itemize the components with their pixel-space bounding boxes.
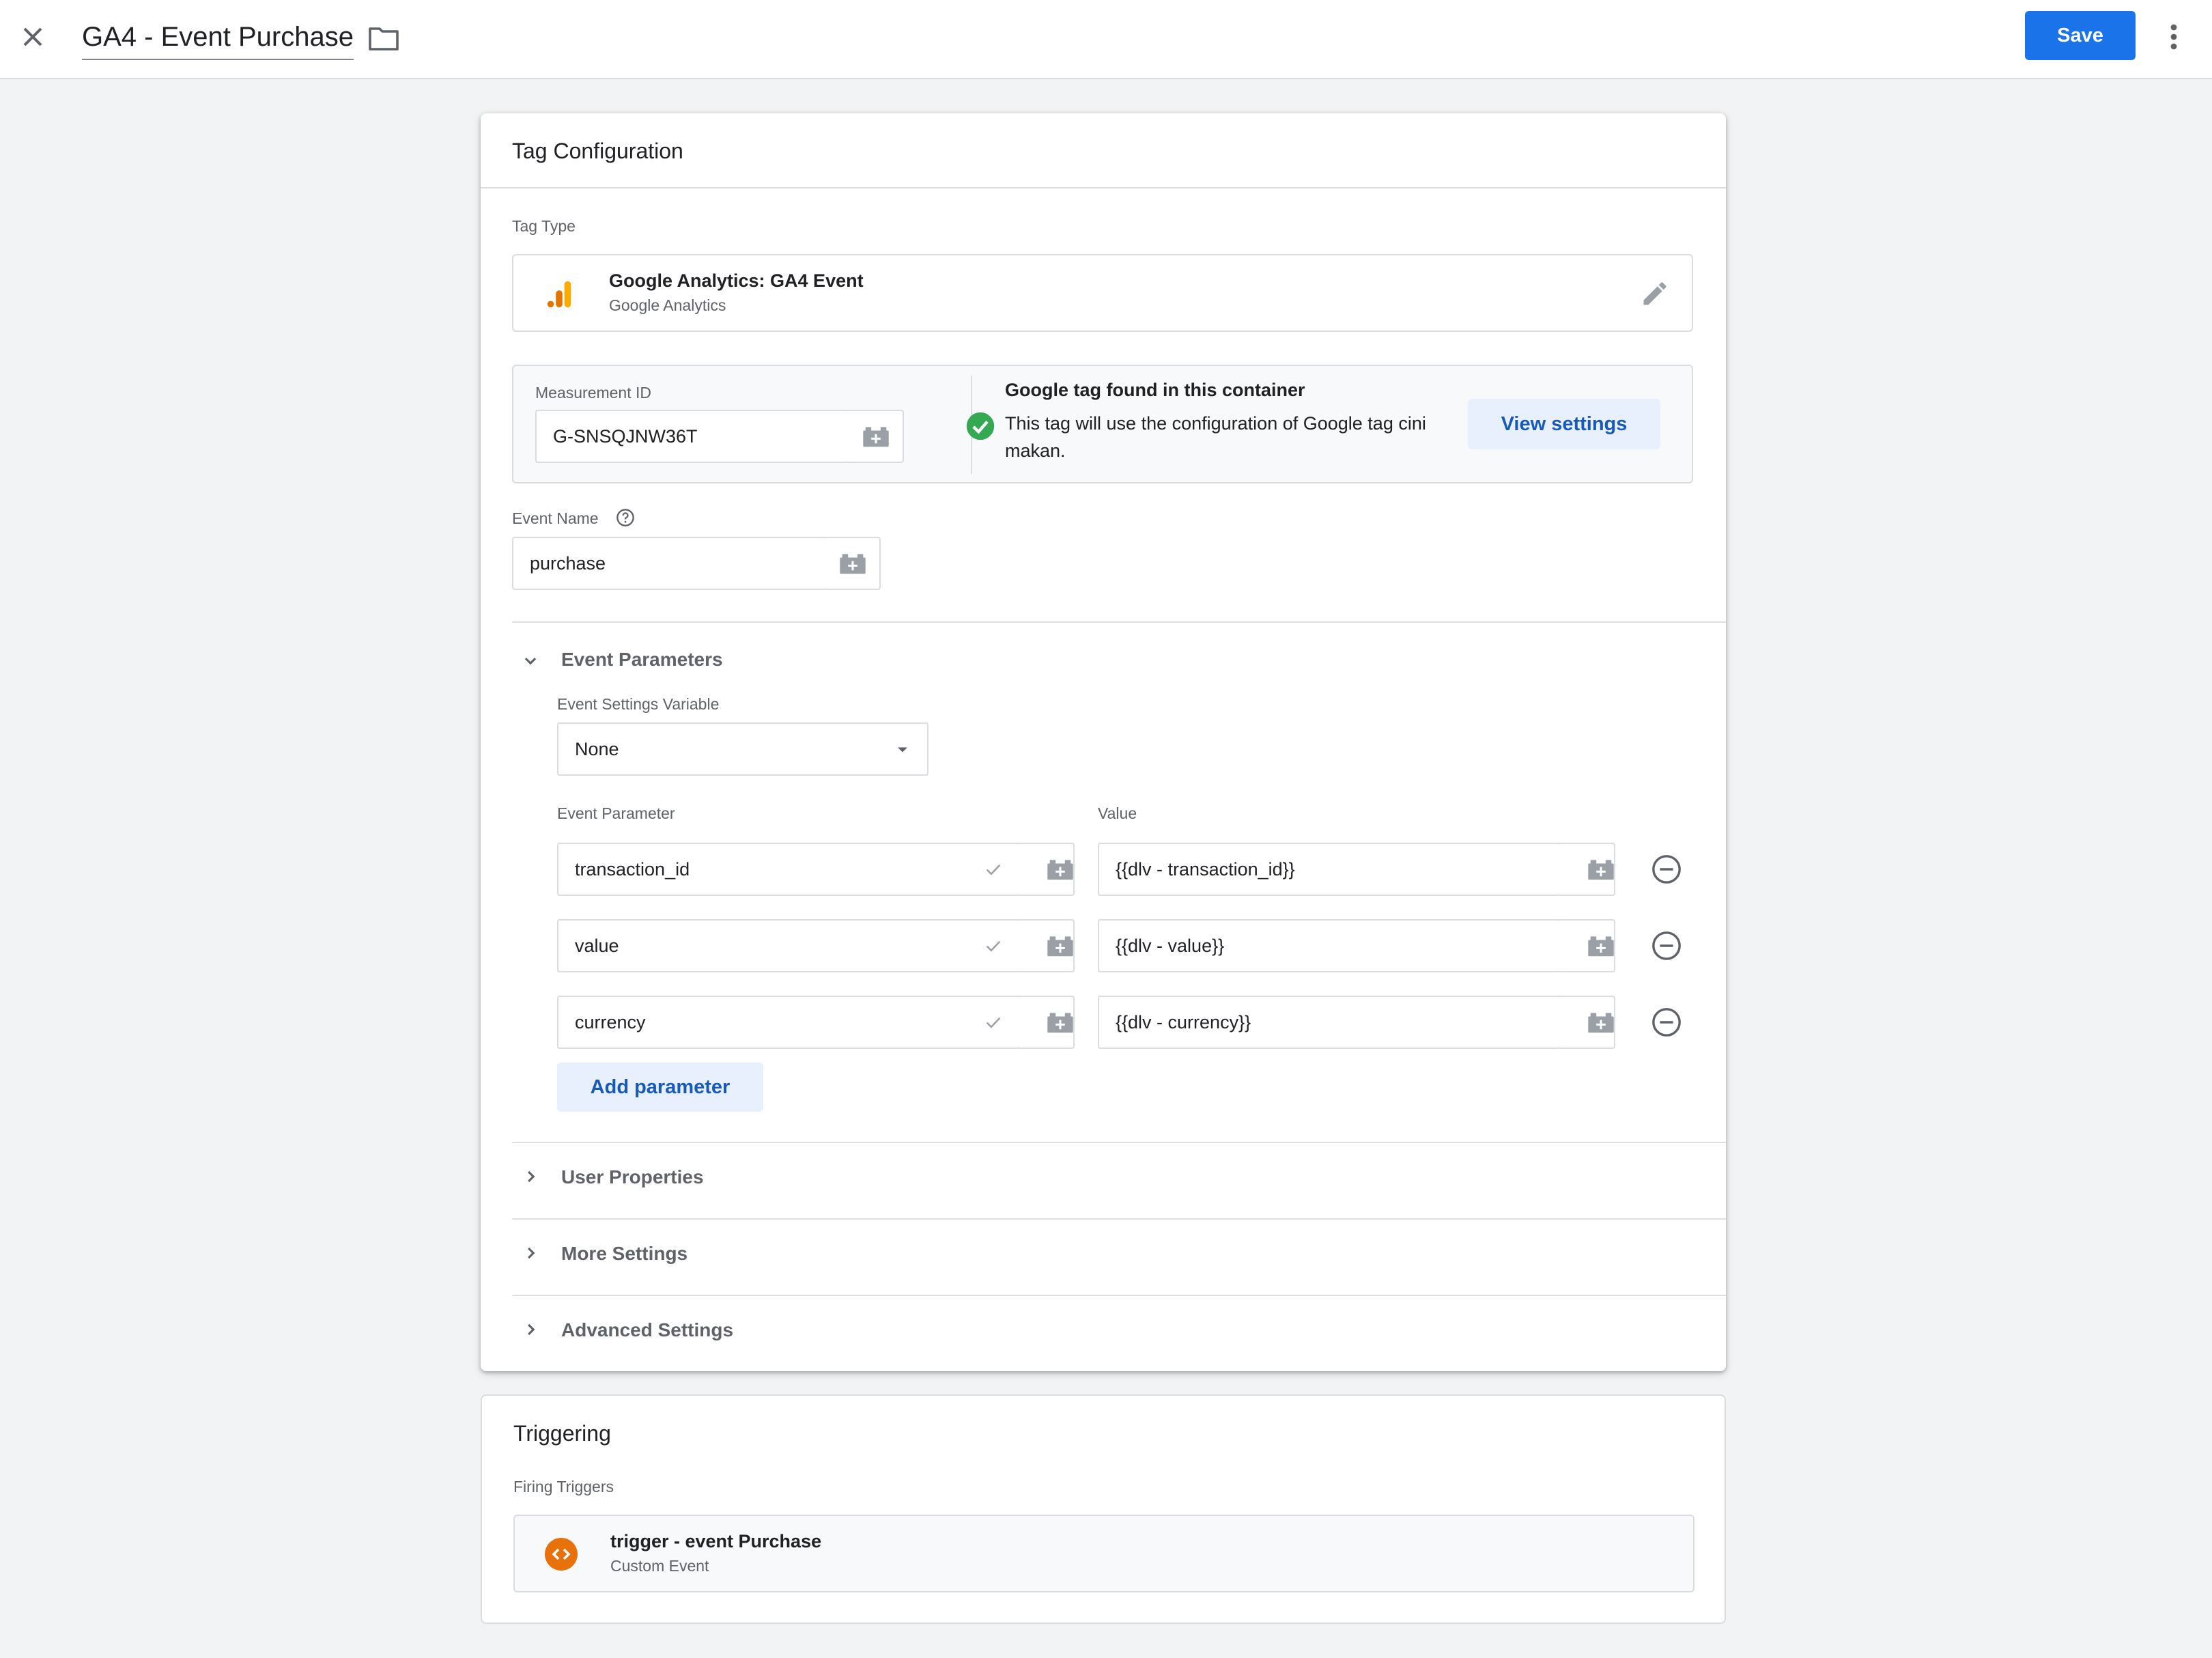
user-properties-header[interactable]: User Properties xyxy=(561,1166,704,1188)
event-parameter-column-label: Event Parameter xyxy=(557,804,675,822)
event-settings-variable-label: Event Settings Variable xyxy=(557,695,720,713)
add-parameter-button[interactable]: Add parameter xyxy=(557,1063,763,1112)
check-icon xyxy=(983,936,1004,956)
event-name-input[interactable]: purchase xyxy=(512,537,826,590)
view-settings-button[interactable]: View settings xyxy=(1468,399,1660,449)
measurement-id-label: Measurement ID xyxy=(535,384,652,402)
parameter-value-text: {{dlv - value}} xyxy=(1116,936,1225,956)
check-circle-icon xyxy=(965,411,995,441)
google-tag-found-title: Google tag found in this container xyxy=(1005,380,1305,400)
tag-type-selector[interactable]: Google Analytics: GA4 Event Google Analy… xyxy=(512,254,1693,332)
event-parameter-input[interactable]: currency xyxy=(557,996,1020,1049)
event-name-label: Event Name xyxy=(512,509,599,527)
remove-circle-icon[interactable] xyxy=(1651,1007,1682,1038)
parameter-value-text: {{dlv - transaction_id}} xyxy=(1116,859,1295,880)
section-divider xyxy=(512,1142,1726,1143)
tag-name-field[interactable]: GA4 - Event Purchase xyxy=(82,16,354,60)
pencil-icon[interactable] xyxy=(1640,279,1670,309)
google-tag-panel: Measurement ID G-SNSQJNW36T Google tag f… xyxy=(512,365,1693,483)
event-parameter-input[interactable]: value xyxy=(557,919,1020,972)
triggering-card: Triggering Firing Triggers trigger - eve… xyxy=(481,1394,1726,1624)
more-vert-icon[interactable] xyxy=(2160,19,2187,55)
variable-brick-icon[interactable] xyxy=(1019,843,1075,896)
variable-brick-icon[interactable] xyxy=(848,410,904,463)
card-title: Tag Configuration xyxy=(481,113,1726,188)
close-icon[interactable] xyxy=(16,20,49,53)
chevron-right-icon[interactable] xyxy=(519,1318,542,1341)
section-divider xyxy=(512,621,1726,623)
custom-event-icon xyxy=(545,1538,578,1571)
tag-type-name: Google Analytics: GA4 Event xyxy=(609,270,864,291)
value-column-label: Value xyxy=(1098,804,1137,822)
event-parameter-input[interactable]: transaction_id xyxy=(557,843,1020,896)
event-parameters-header[interactable]: Event Parameters xyxy=(561,649,723,671)
help-icon[interactable] xyxy=(616,508,635,527)
firing-triggers-label: Firing Triggers xyxy=(513,1478,614,1495)
trigger-type: Custom Event xyxy=(610,1557,709,1575)
remove-circle-icon[interactable] xyxy=(1651,930,1682,961)
measurement-id-input[interactable]: G-SNSQJNW36T xyxy=(535,410,849,463)
event-parameter-value: value xyxy=(575,936,619,956)
event-settings-variable-select[interactable]: None xyxy=(557,722,928,776)
google-analytics-icon xyxy=(543,279,575,310)
select-value: None xyxy=(575,739,619,759)
variable-brick-icon[interactable] xyxy=(1559,996,1615,1049)
event-parameter-value: transaction_id xyxy=(575,859,690,880)
parameter-value-input[interactable]: {{dlv - currency}} xyxy=(1098,996,1561,1049)
save-button[interactable]: Save xyxy=(2025,11,2136,60)
google-tag-found-text: This tag will use the configuration of G… xyxy=(1005,413,1426,461)
variable-brick-icon[interactable] xyxy=(1019,996,1075,1049)
parameter-value-input[interactable]: {{dlv - value}} xyxy=(1098,919,1561,972)
firing-trigger-item[interactable]: trigger - event Purchase Custom Event xyxy=(513,1515,1695,1592)
folder-icon[interactable] xyxy=(367,23,400,53)
trigger-name: trigger - event Purchase xyxy=(610,1531,822,1551)
section-divider xyxy=(512,1218,1726,1220)
tag-type-label: Tag Type xyxy=(512,217,576,235)
event-parameter-value: currency xyxy=(575,1012,646,1032)
check-icon xyxy=(983,859,1004,880)
chevron-down-icon[interactable] xyxy=(519,649,542,672)
variable-brick-icon[interactable] xyxy=(1559,843,1615,896)
tag-configuration-card: Tag Configuration Tag Type Google Analyt… xyxy=(481,113,1726,1371)
event-name-value: purchase xyxy=(530,553,606,574)
chevron-right-icon[interactable] xyxy=(519,1165,542,1188)
card-title: Triggering xyxy=(513,1421,611,1446)
more-settings-header[interactable]: More Settings xyxy=(561,1243,687,1265)
chevron-right-icon[interactable] xyxy=(519,1241,542,1265)
section-divider xyxy=(512,1295,1726,1296)
top-bar: GA4 - Event Purchase Save xyxy=(0,0,2212,79)
advanced-settings-header[interactable]: Advanced Settings xyxy=(561,1319,733,1341)
measurement-id-value: G-SNSQJNW36T xyxy=(553,426,698,447)
variable-brick-icon[interactable] xyxy=(825,537,881,590)
variable-brick-icon[interactable] xyxy=(1559,919,1615,972)
dropdown-arrow-icon xyxy=(893,740,912,759)
check-icon xyxy=(983,1012,1004,1032)
tag-type-provider: Google Analytics xyxy=(609,296,726,314)
parameter-value-input[interactable]: {{dlv - transaction_id}} xyxy=(1098,843,1561,896)
variable-brick-icon[interactable] xyxy=(1019,919,1075,972)
remove-circle-icon[interactable] xyxy=(1651,854,1682,885)
parameter-value-text: {{dlv - currency}} xyxy=(1116,1012,1251,1032)
